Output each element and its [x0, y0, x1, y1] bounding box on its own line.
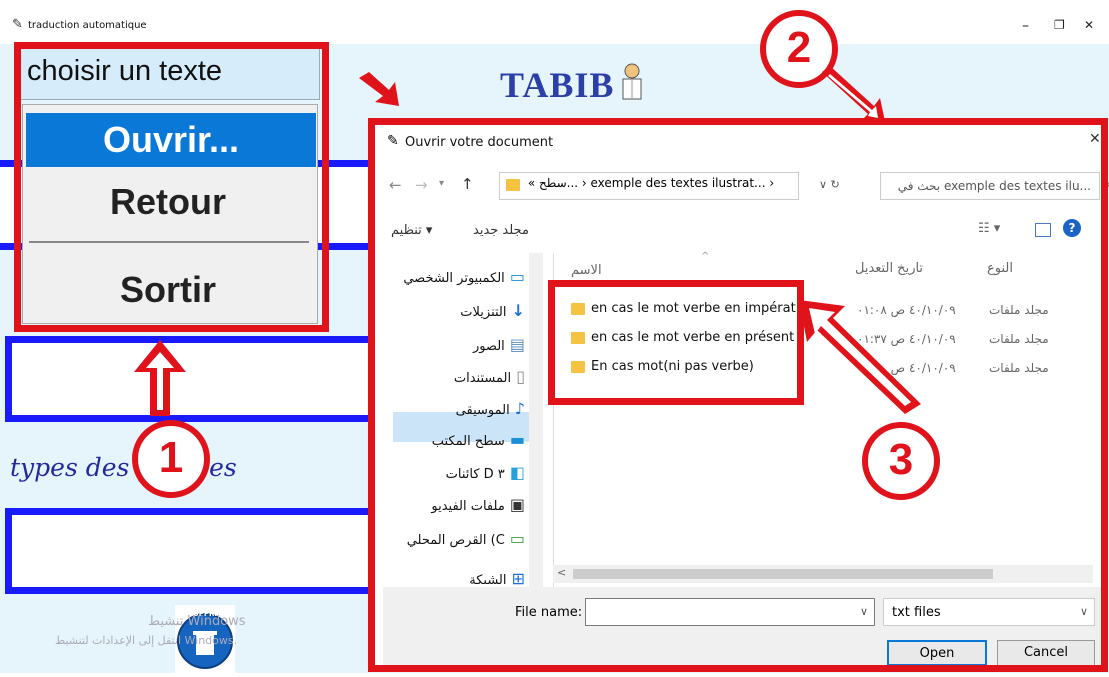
input-text-area-2[interactable]: [5, 336, 390, 422]
doctor-icon: [618, 62, 646, 102]
annotation-box-files: [548, 280, 804, 405]
annotation-arrow-up-left-icon: [799, 300, 921, 414]
window-title: traduction automatique: [28, 20, 147, 31]
output-text-area[interactable]: [5, 508, 390, 594]
annotation-arrow-diag-icon: [359, 72, 399, 106]
annotation-circle-1: 1: [132, 420, 210, 498]
activation-watermark-title: تنشيط Windows: [148, 614, 246, 629]
maximize-button[interactable]: ❐: [1054, 18, 1065, 32]
annotation-circle-3: 3: [862, 422, 940, 500]
feather-icon: ✎: [12, 17, 23, 32]
app-logo: TABIB: [500, 65, 615, 105]
close-button[interactable]: ✕: [1084, 18, 1094, 32]
annotation-box-menu: [14, 42, 329, 332]
minimize-button[interactable]: –: [1022, 18, 1029, 34]
window-titlebar: ✎ traduction automatique – ❐ ✕: [0, 0, 1109, 44]
activation-watermark-text: انتقل إلى الإعدادات لتنشيط Windows.: [55, 634, 238, 647]
annotation-arrow-up-icon: [134, 340, 186, 416]
